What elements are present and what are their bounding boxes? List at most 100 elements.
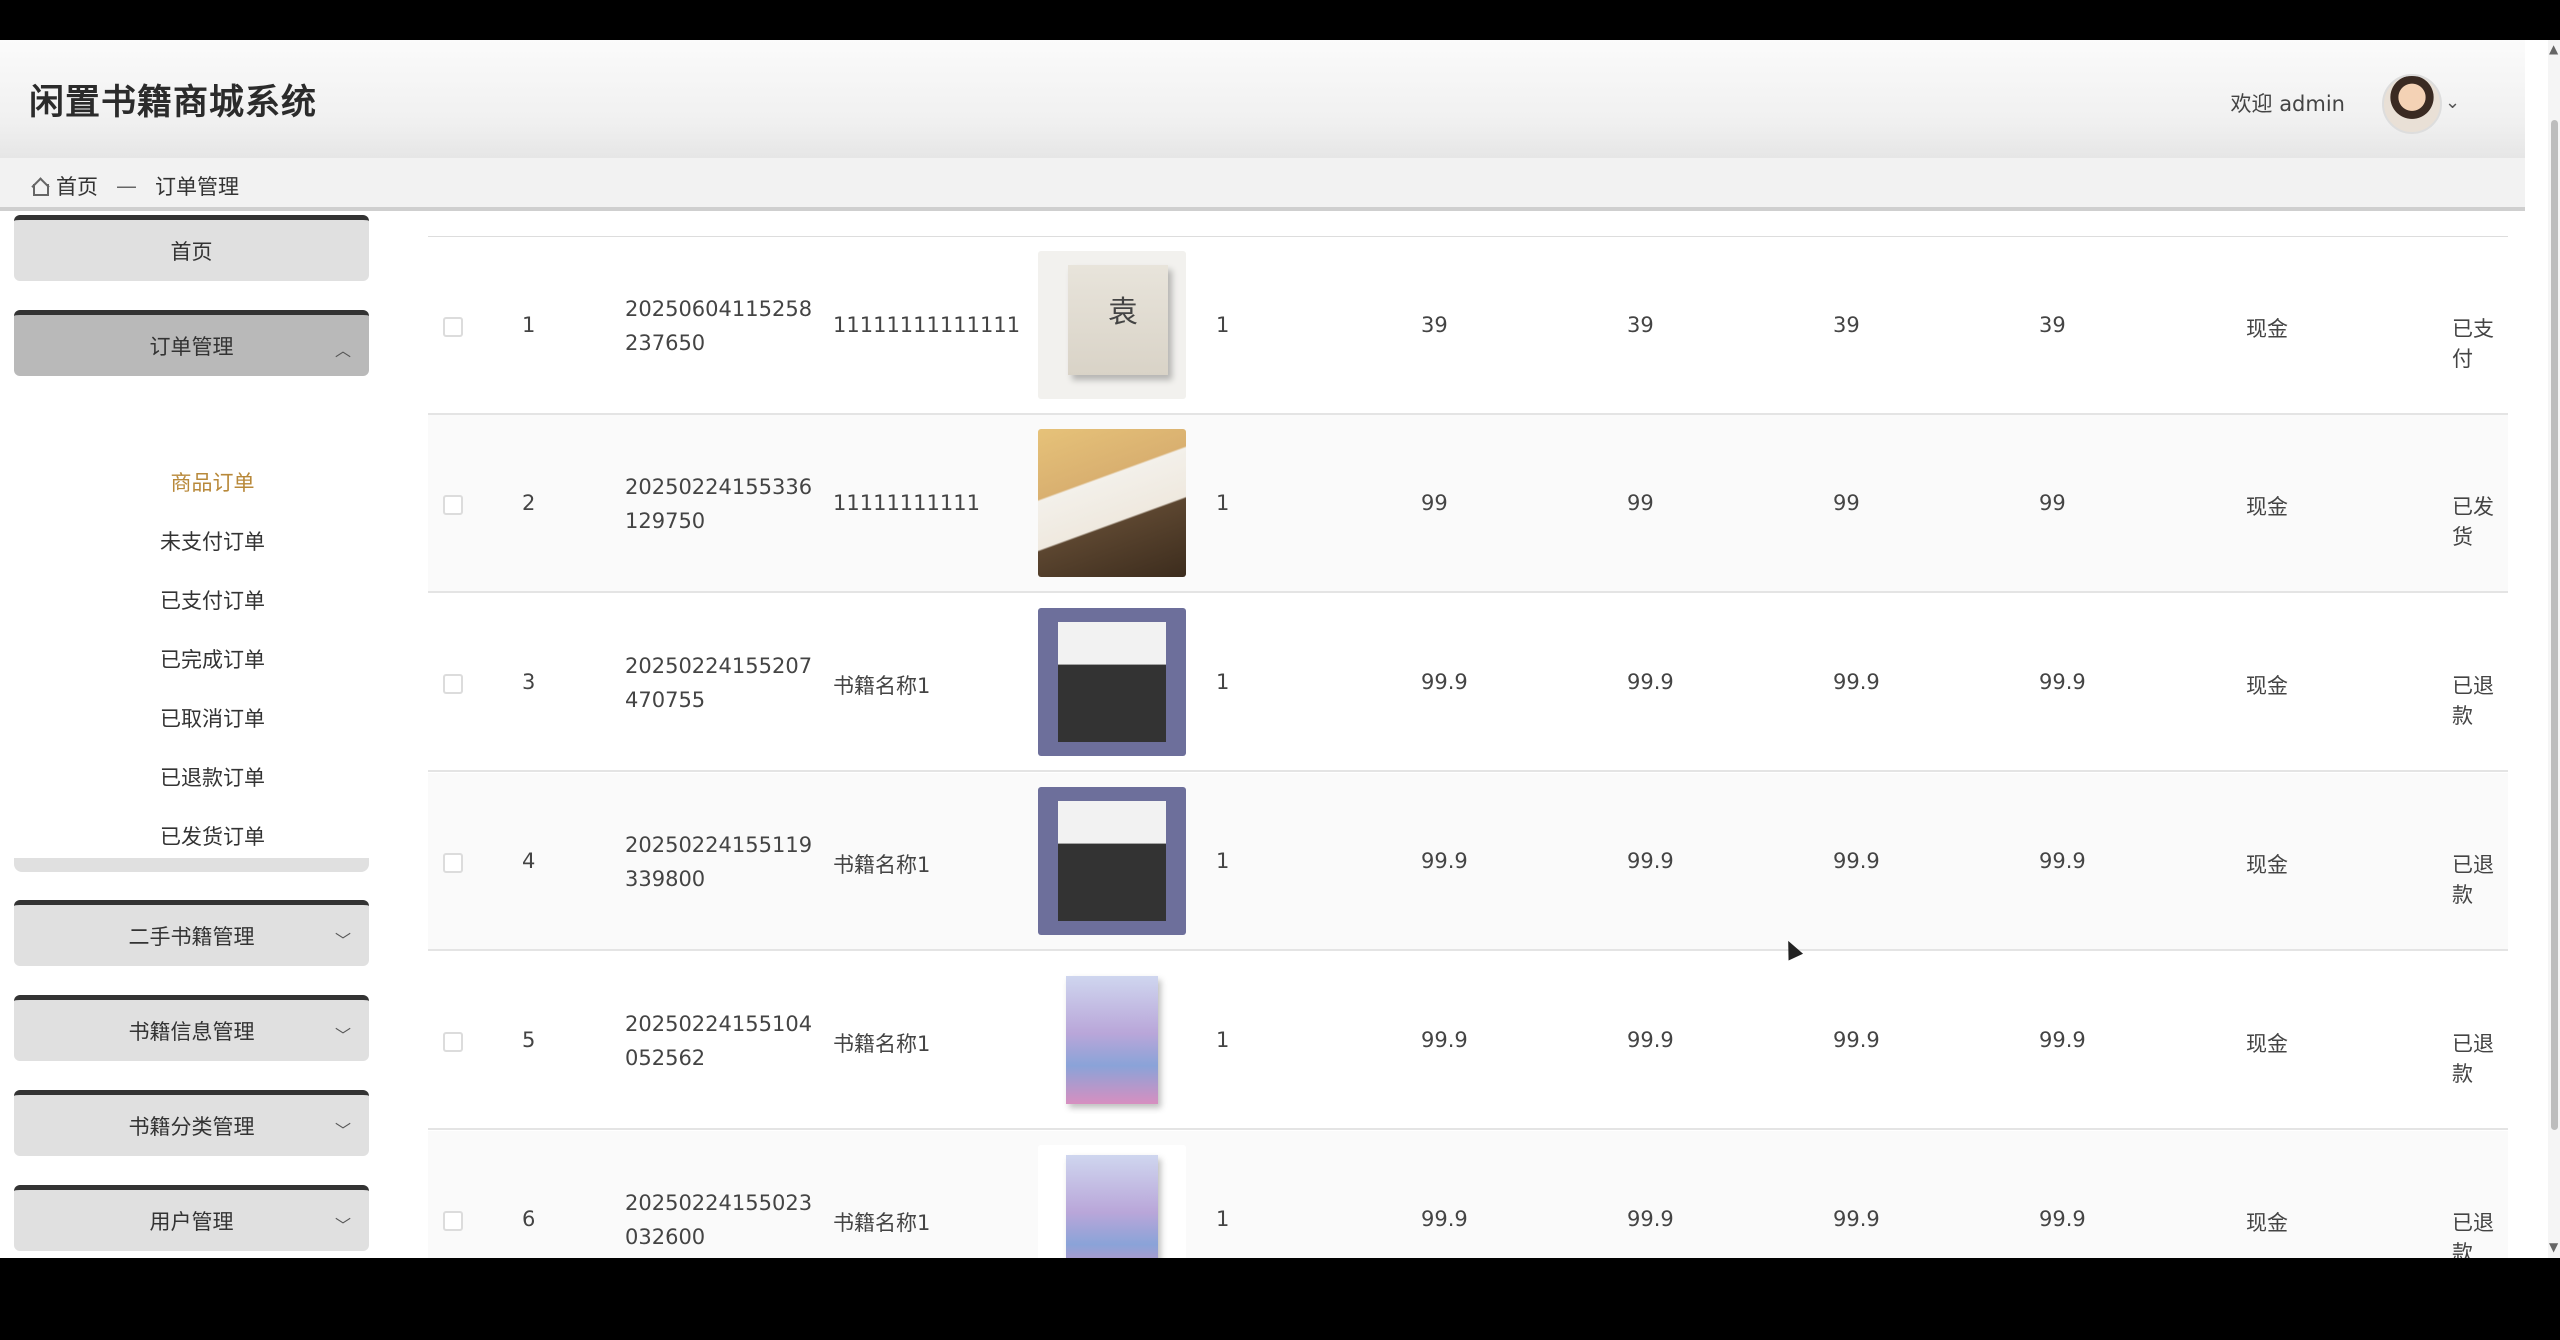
- pay-type: 现金: [2246, 317, 2288, 341]
- sidebar-item-label: 二手书籍管理: [128, 924, 255, 949]
- sidebar-subitem-paid-orders[interactable]: 已支付订单: [0, 585, 425, 615]
- order-number: 20250224155336129750: [625, 475, 813, 533]
- breadcrumb-bar: 首页 — 订单管理: [0, 158, 2525, 211]
- table-row[interactable]: 6 20250224155023032600 书籍名称1 1 99.9 99.9…: [428, 1131, 2508, 1258]
- sidebar-item-label: 书籍信息管理: [128, 1019, 255, 1044]
- app-window: 闲置书籍商城系统 欢迎 admin ⌄ 首页 — 订单管理 首页 订单管理 ︿ …: [0, 40, 2560, 1258]
- total-price: 99.9: [1833, 849, 1880, 873]
- row-checkbox[interactable]: [443, 317, 463, 337]
- total-price: 99.9: [1833, 670, 1880, 694]
- total-price: 99.9: [1833, 1028, 1880, 1052]
- quantity: 1: [1216, 1207, 1230, 1231]
- pay-type: 现金: [2246, 674, 2288, 698]
- sidebar-subitem-product-orders[interactable]: 商品订单: [0, 467, 425, 497]
- sidebar-subitem-unpaid-orders[interactable]: 未支付订单: [0, 526, 425, 556]
- breadcrumb: 首页 — 订单管理: [30, 171, 239, 201]
- sidebar-item-home[interactable]: 首页: [14, 215, 369, 281]
- sidebar-item-users[interactable]: 用户管理 ﹀: [14, 1185, 369, 1251]
- breadcrumb-home[interactable]: 首页: [56, 171, 98, 201]
- row-checkbox[interactable]: [443, 674, 463, 694]
- chevron-up-icon: ︿: [334, 341, 351, 360]
- table-row[interactable]: 2 20250224155336129750 11111111111 1 99 …: [428, 415, 2508, 593]
- order-status: 已退款: [2452, 1032, 2494, 1086]
- order-number: 20250224155023032600: [625, 1191, 813, 1249]
- order-status: 已退款: [2452, 1211, 2494, 1258]
- pay-type: 现金: [2246, 1032, 2288, 1056]
- table-row[interactable]: 5 20250224155104052562 书籍名称1 1 99.9 99.9…: [428, 952, 2508, 1130]
- pay-total: 99: [2039, 491, 2066, 515]
- total-price: 99: [1833, 491, 1860, 515]
- app-header: 闲置书籍商城系统 欢迎 admin ⌄: [0, 40, 2525, 158]
- book-image[interactable]: [1038, 787, 1186, 935]
- chevron-down-icon[interactable]: ⌄: [2445, 92, 2460, 113]
- table-row[interactable]: 4 20250224155119339800 书籍名称1 1 99.9 99.9…: [428, 773, 2508, 951]
- sidebar-item-book-info[interactable]: 书籍信息管理 ﹀: [14, 995, 369, 1061]
- table-header-clipped: [428, 215, 2508, 237]
- row-index: 2: [522, 491, 536, 515]
- pay-total: 99.9: [2039, 1028, 2086, 1052]
- sidebar-item-label: 订单管理: [149, 334, 234, 359]
- table-row[interactable]: 3 20250224155207470755 书籍名称1 1 99.9 99.9…: [428, 594, 2508, 772]
- chevron-down-icon: ﹀: [334, 931, 351, 950]
- submenu-end: [14, 858, 369, 872]
- pay-total: 99.9: [2039, 670, 2086, 694]
- chevron-down-icon: ﹀: [334, 1216, 351, 1235]
- sidebar-item-label: 用户管理: [149, 1209, 234, 1234]
- row-checkbox[interactable]: [443, 1211, 463, 1231]
- book-image[interactable]: [1038, 429, 1186, 577]
- scrollbar-thumb[interactable]: [2551, 120, 2558, 1130]
- pay-price: 99: [1627, 491, 1654, 515]
- sidebar-item-book-category[interactable]: 书籍分类管理 ﹀: [14, 1090, 369, 1156]
- chevron-down-icon: ﹀: [334, 1121, 351, 1140]
- row-index: 3: [522, 670, 536, 694]
- order-number: 20250224155104052562: [625, 1012, 813, 1070]
- sidebar: 首页 订单管理 ︿ 商品订单 未支付订单 已支付订单 已完成订单 已取消订单 已…: [0, 215, 380, 1258]
- book-image[interactable]: [1038, 1145, 1186, 1258]
- pay-total: 99.9: [2039, 1207, 2086, 1231]
- order-status: 已发货: [2452, 495, 2494, 549]
- pay-price: 99.9: [1627, 849, 1674, 873]
- book-name: 11111111111: [833, 491, 980, 515]
- book-image[interactable]: [1038, 608, 1186, 756]
- order-status: 已退款: [2452, 853, 2494, 907]
- pay-total: 99.9: [2039, 849, 2086, 873]
- price: 99.9: [1421, 1207, 1468, 1231]
- screen-bottom-border: [0, 1258, 2560, 1340]
- row-index: 4: [522, 849, 536, 873]
- quantity: 1: [1216, 670, 1230, 694]
- row-index: 6: [522, 1207, 536, 1231]
- book-name: 书籍名称1: [833, 1032, 931, 1056]
- pay-type: 现金: [2246, 853, 2288, 877]
- book-image[interactable]: [1038, 966, 1186, 1114]
- pay-price: 99.9: [1627, 670, 1674, 694]
- welcome-text: 欢迎 admin: [2230, 92, 2345, 116]
- scroll-up-icon[interactable]: ▲: [2549, 42, 2558, 56]
- sidebar-item-order-management[interactable]: 订单管理 ︿: [14, 310, 369, 376]
- pay-type: 现金: [2246, 495, 2288, 519]
- price: 39: [1421, 313, 1448, 337]
- quantity: 1: [1216, 313, 1230, 337]
- book-name: 书籍名称1: [833, 853, 931, 877]
- row-checkbox[interactable]: [443, 495, 463, 515]
- order-number: 20250224155119339800: [625, 833, 813, 891]
- avatar[interactable]: [2382, 74, 2442, 134]
- price: 99.9: [1421, 849, 1468, 873]
- table-row[interactable]: 1 20250604115258237650 11111111111111 1 …: [428, 237, 2508, 415]
- book-name: 书籍名称1: [833, 674, 931, 698]
- row-checkbox[interactable]: [443, 853, 463, 873]
- book-image[interactable]: [1038, 251, 1186, 399]
- row-checkbox[interactable]: [443, 1032, 463, 1052]
- home-icon[interactable]: [30, 176, 50, 196]
- chevron-down-icon: ﹀: [334, 1026, 351, 1045]
- price: 99: [1421, 491, 1448, 515]
- sidebar-subitem-refunded-orders[interactable]: 已退款订单: [0, 762, 425, 792]
- total-price: 99.9: [1833, 1207, 1880, 1231]
- sidebar-subitem-cancelled-orders[interactable]: 已取消订单: [0, 703, 425, 733]
- total-price: 39: [1833, 313, 1860, 337]
- scroll-down-icon[interactable]: ▼: [2549, 1240, 2558, 1254]
- pay-total: 39: [2039, 313, 2066, 337]
- pay-price: 39: [1627, 313, 1654, 337]
- sidebar-subitem-shipped-orders[interactable]: 已发货订单: [0, 821, 425, 851]
- sidebar-subitem-completed-orders[interactable]: 已完成订单: [0, 644, 425, 674]
- sidebar-item-secondhand-books[interactable]: 二手书籍管理 ﹀: [14, 900, 369, 966]
